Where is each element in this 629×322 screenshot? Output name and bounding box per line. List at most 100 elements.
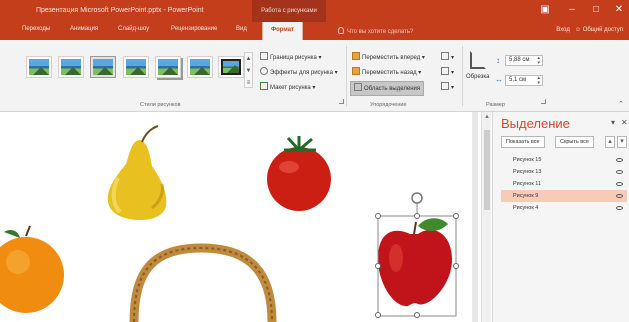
picture-layout-button[interactable]: Макет рисунка ▾ — [260, 82, 315, 93]
pane-close-icon[interactable]: ✕ — [621, 118, 628, 127]
tell-me-box[interactable]: Что вы хотите сделать? — [338, 27, 413, 35]
eye-icon[interactable] — [616, 206, 623, 210]
resize-handle-w[interactable] — [375, 263, 381, 269]
selection-list: Рисунок 15 Рисунок 13 Рисунок 11 Рисунок… — [501, 154, 627, 214]
tab-view[interactable]: Вид — [236, 26, 247, 32]
orange-picture[interactable] — [0, 225, 64, 313]
picture-style-5[interactable] — [155, 56, 181, 78]
picture-style-3[interactable] — [90, 56, 116, 78]
list-item[interactable]: Рисунок 15 — [501, 154, 627, 166]
picture-effects-button[interactable]: Эффекты для рисунка ▾ — [260, 67, 338, 78]
picture-style-1[interactable] — [26, 56, 52, 78]
group-divider — [462, 46, 463, 106]
resize-handle-sw[interactable] — [375, 312, 381, 318]
close-icon[interactable]: ✕ — [611, 3, 627, 17]
list-item-selected[interactable]: Рисунок 9 — [501, 190, 627, 202]
size-launcher-icon[interactable] — [541, 99, 546, 104]
send-backward-icon — [352, 67, 360, 75]
title-bar: Презентация Microsoft PowerPoint.pptx - … — [0, 0, 629, 22]
height-input[interactable]: 5,88 см ▴ ▾ — [505, 55, 543, 66]
eye-icon[interactable] — [616, 170, 623, 174]
tell-me-text: Что вы хотите сделать? — [347, 29, 414, 35]
maximize-icon[interactable]: □ — [588, 3, 604, 17]
tab-format[interactable]: Формат — [262, 22, 304, 40]
border-icon — [260, 52, 268, 60]
eye-icon[interactable] — [616, 182, 623, 186]
collapse-ribbon-icon[interactable]: ⌃ — [618, 100, 624, 108]
resize-handle-s[interactable] — [414, 312, 420, 318]
group-button[interactable]: ▾ — [441, 67, 454, 78]
scrollbar-thumb[interactable] — [484, 130, 490, 210]
picture-border-button[interactable]: Граница рисунка ▾ — [260, 52, 321, 63]
gallery-down-icon[interactable]: ▼ — [245, 65, 252, 77]
rotate-button[interactable]: ▾ — [441, 82, 454, 93]
layout-icon — [260, 82, 268, 90]
crop-button[interactable]: Обрезка — [466, 73, 490, 82]
list-item[interactable]: Рисунок 4 — [501, 202, 627, 214]
account-area: Вход ☺ Общий доступ — [556, 27, 623, 33]
picture-style-7[interactable] — [218, 56, 244, 78]
align-button[interactable]: ▾ — [441, 52, 454, 63]
tab-slideshow[interactable]: Слайд-шоу — [118, 26, 149, 32]
ribbon-tabs: Переходы Анимация Слайд-шоу Рецензирован… — [0, 22, 629, 40]
document-title: Презентация Microsoft PowerPoint.pptx - … — [36, 7, 204, 14]
context-tab-title: Работа с рисунками — [252, 0, 326, 22]
selection-pane-icon — [354, 83, 362, 91]
share-button[interactable]: Общий доступ — [583, 27, 623, 33]
group-icon — [441, 67, 449, 75]
restore-ribbon-icon[interactable]: ▣ — [537, 3, 553, 17]
minimize-icon[interactable]: – — [564, 3, 580, 17]
gallery-scroll[interactable]: ▲ ▼ ≡ — [244, 52, 253, 88]
ribbon: ▲ ▼ ≡ Граница рисунка ▾ Эффекты для рису… — [0, 40, 629, 112]
tab-transitions[interactable]: Переходы — [22, 26, 50, 32]
show-all-button[interactable]: Показать все — [501, 136, 545, 148]
group-label-size: Размер — [486, 102, 505, 108]
tab-review[interactable]: Рецензирование — [171, 26, 217, 32]
picture-style-2[interactable] — [58, 56, 84, 78]
sign-in-link[interactable]: Вход — [556, 27, 570, 33]
pear-picture[interactable] — [107, 125, 167, 220]
lightbulb-icon — [338, 27, 344, 34]
resize-handle-e[interactable] — [453, 263, 459, 269]
slide[interactable] — [0, 112, 472, 322]
list-item[interactable]: Рисунок 11 — [501, 178, 627, 190]
selection-pane-button[interactable]: Область выделения — [350, 81, 425, 96]
selection-pane: Выделение ▾ ✕ Показать все Скрыть все ▴ … — [492, 112, 629, 322]
gallery-up-icon[interactable]: ▲ — [245, 53, 252, 65]
slide-editor — [0, 112, 478, 322]
picture-style-4[interactable] — [123, 56, 149, 78]
height-icon: ↕ — [496, 56, 500, 65]
picture-style-6[interactable] — [187, 56, 213, 78]
pane-title: Выделение — [501, 116, 570, 131]
eye-icon[interactable] — [616, 194, 623, 198]
move-down-icon[interactable]: ▾ — [617, 136, 627, 148]
basket-picture[interactable] — [129, 243, 277, 322]
resize-handle-nw[interactable] — [375, 213, 381, 219]
group-divider — [346, 46, 347, 106]
gallery-more-icon[interactable]: ≡ — [245, 77, 252, 89]
apple-picture[interactable] — [378, 218, 452, 307]
slide-pictures — [0, 125, 457, 322]
eye-icon[interactable] — [616, 158, 623, 162]
tab-animations[interactable]: Анимация — [70, 26, 98, 32]
resize-handle-n[interactable] — [414, 213, 420, 219]
resize-handle-ne[interactable] — [453, 213, 459, 219]
group-label-picture-styles: Стили рисунков — [140, 102, 181, 108]
tomato-picture[interactable] — [267, 136, 331, 211]
person-icon: ☺ — [574, 27, 582, 33]
bring-forward-icon — [352, 52, 360, 60]
align-icon — [441, 52, 449, 60]
pane-options-icon[interactable]: ▾ — [611, 118, 615, 127]
vertical-scrollbar[interactable]: ▲ — [481, 112, 491, 322]
list-item[interactable]: Рисунок 13 — [501, 166, 627, 178]
rotate-icon — [441, 82, 449, 90]
move-up-icon[interactable]: ▴ — [605, 136, 615, 148]
width-input[interactable]: 5,1 см ▴ ▾ — [505, 75, 543, 86]
scroll-up-icon[interactable]: ▲ — [482, 114, 492, 120]
picture-styles-launcher-icon[interactable] — [339, 99, 344, 104]
hide-all-button[interactable]: Скрыть все — [555, 136, 594, 148]
bring-forward-button[interactable]: Переместить вперед ▾ — [352, 52, 425, 63]
crop-icon[interactable] — [470, 51, 486, 69]
group-label-arrange: Упорядочение — [370, 102, 407, 108]
send-backward-button[interactable]: Переместить назад ▾ — [352, 67, 421, 78]
